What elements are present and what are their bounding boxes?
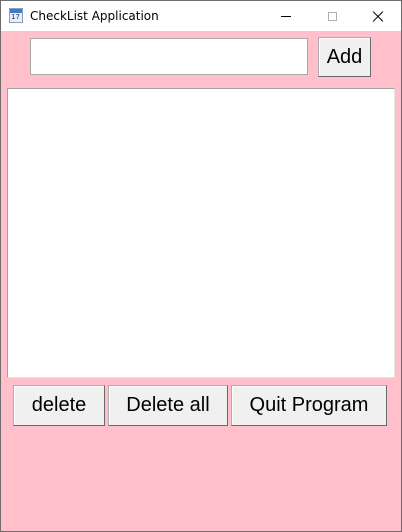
maximize-button[interactable] xyxy=(309,1,355,31)
title-bar[interactable]: 17 CheckList Application xyxy=(1,1,401,31)
delete-button[interactable]: delete xyxy=(13,385,105,426)
window-title: CheckList Application xyxy=(30,9,159,23)
task-listbox[interactable] xyxy=(7,88,395,378)
quit-program-button[interactable]: Quit Program xyxy=(231,385,387,426)
minimize-button[interactable] xyxy=(263,1,309,31)
delete-all-button[interactable]: Delete all xyxy=(108,385,228,426)
minimize-icon xyxy=(281,15,291,17)
close-icon xyxy=(372,10,384,22)
app-window: 17 CheckList Application Add delete Dele… xyxy=(0,0,402,532)
calendar-icon: 17 xyxy=(9,8,23,23)
add-button[interactable]: Add xyxy=(318,37,371,77)
task-input[interactable] xyxy=(30,38,308,75)
maximize-icon xyxy=(327,11,337,21)
calendar-icon-number: 17 xyxy=(11,13,20,21)
close-button[interactable] xyxy=(355,1,401,31)
